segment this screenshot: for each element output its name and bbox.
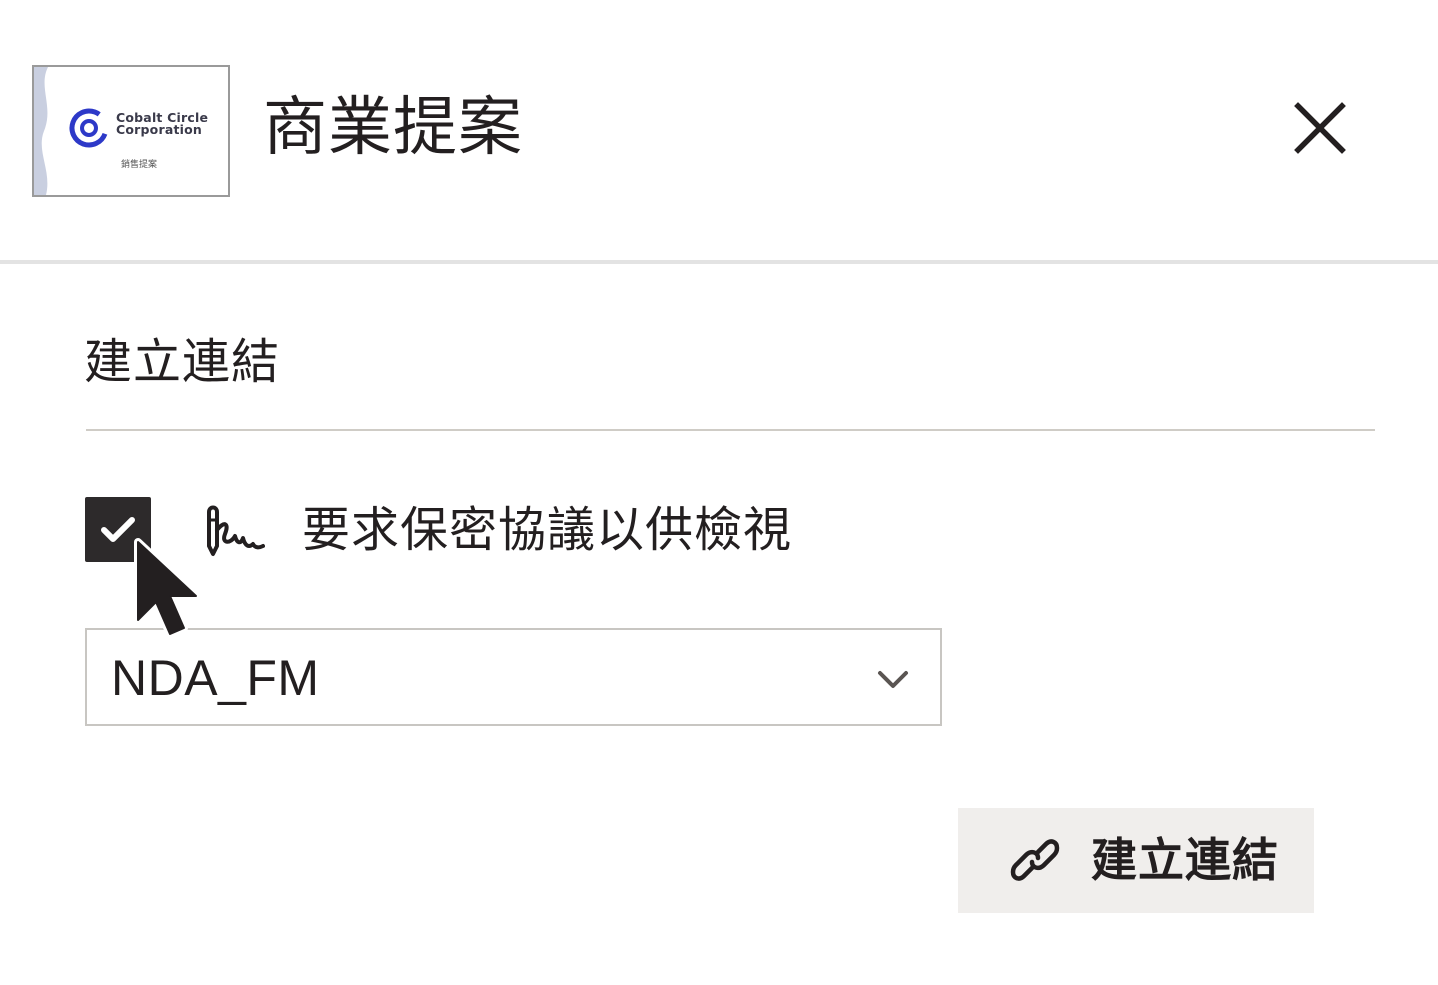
close-icon [1294, 102, 1346, 154]
document-thumbnail: Cobalt Circle Corporation 銷售提案 [32, 65, 230, 197]
document-title: 商業提案 [263, 91, 523, 165]
signature-icon [207, 505, 265, 556]
create-link-button[interactable]: 建立連結 [958, 808, 1314, 913]
nda-select[interactable]: NDA_FM [85, 628, 942, 726]
company-logo-icon [69, 108, 109, 148]
section-title: 建立連結 [84, 334, 281, 390]
thumbnail-subtitle: 銷售提案 [120, 160, 157, 170]
header-divider [0, 260, 1438, 264]
thumbnail-company-line2: Corporation [116, 122, 203, 137]
close-button[interactable] [1290, 98, 1350, 158]
chevron-down-icon [878, 671, 908, 688]
panel-header: Cobalt Circle Corporation 銷售提案 商業提案 [0, 0, 1438, 264]
section-divider [86, 429, 1375, 431]
thumbnail-wave-decoration [34, 67, 48, 195]
require-nda-checkbox[interactable] [85, 497, 151, 562]
create-link-button-label: 建立連結 [1091, 833, 1279, 887]
link-icon [1010, 839, 1060, 881]
checkmark-icon [101, 516, 135, 542]
require-nda-label: 要求保密協議以供檢視 [302, 502, 793, 558]
create-link-panel: Cobalt Circle Corporation 銷售提案 商業提案 建立連結… [0, 0, 1438, 985]
thumbnail-company-name: Cobalt Circle Corporation [116, 111, 226, 137]
nda-select-value: NDA_FM [111, 650, 320, 706]
